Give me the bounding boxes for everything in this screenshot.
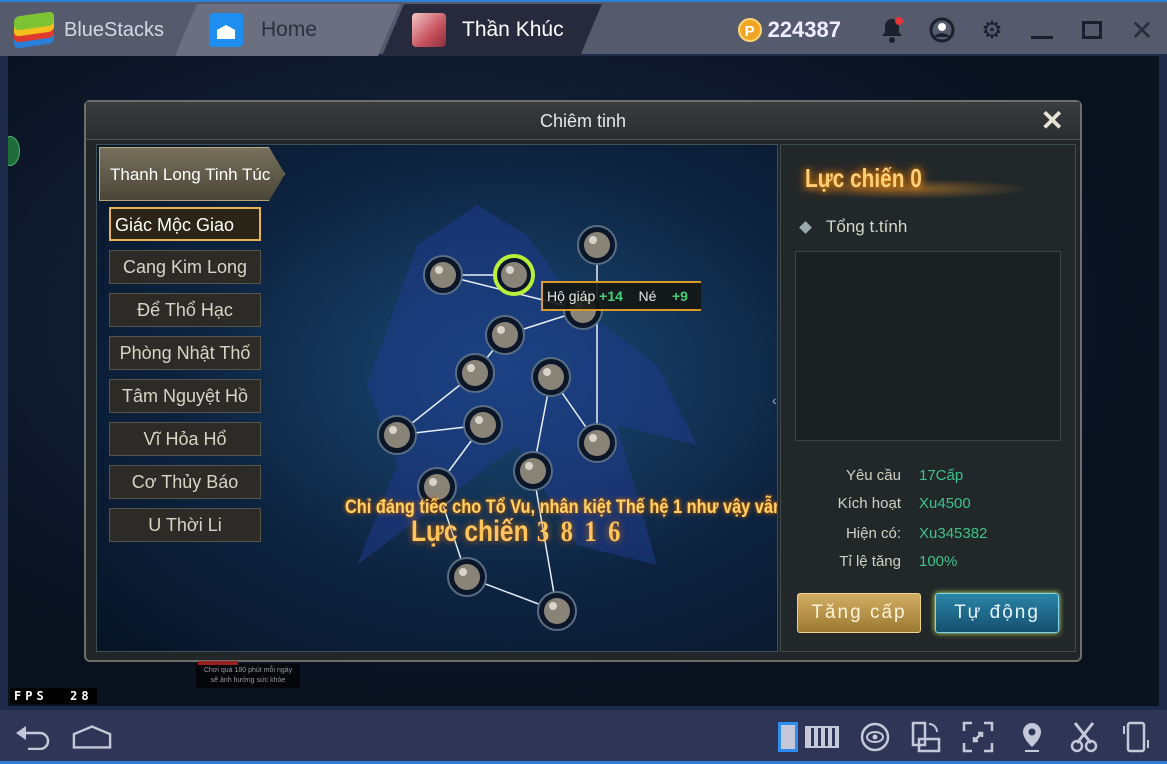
shake-icon[interactable]: [1116, 718, 1156, 756]
category-tab[interactable]: U Thời Li: [109, 508, 261, 542]
success-rate-row: Tỉ lệ tăng 100%: [827, 553, 957, 570]
bluestacks-logo-icon: [14, 11, 54, 49]
diamond-icon: [799, 221, 812, 234]
star-node[interactable]: [455, 353, 495, 393]
bluestacks-brand: BlueStacks: [0, 4, 190, 56]
star-node[interactable]: [423, 255, 463, 295]
keyboard-icon[interactable]: [802, 718, 842, 756]
maximize-icon[interactable]: [1067, 10, 1117, 50]
current-balance-row: Hiện có: Xu345382: [827, 525, 987, 542]
row-key: Kích hoạt: [837, 495, 901, 512]
row-value: Xu4500: [919, 495, 971, 512]
scissors-icon[interactable]: [1064, 718, 1104, 756]
eye-icon[interactable]: [855, 718, 895, 756]
row-key: Hiện có:: [845, 525, 901, 542]
category-tab[interactable]: Vĩ Hỏa Hổ: [109, 422, 261, 456]
tooltip-stat1-label: Hộ giáp: [547, 288, 596, 304]
tooltip-stat2-label: Né: [638, 288, 657, 304]
back-icon[interactable]: [14, 718, 54, 756]
rotate-icon[interactable]: [906, 718, 946, 756]
android-nav-bar: [0, 710, 1167, 764]
tab-home[interactable]: Home: [175, 4, 400, 56]
total-stats-label: Tổng t.tính: [826, 217, 908, 236]
tooltip-stat1-value: +14: [599, 288, 623, 304]
notice-line: Chơi quá 180 phút mỗi ngày: [203, 667, 293, 674]
title-bar: BlueStacks Home Thần Khúc P 224387 ⚙ ✕: [0, 0, 1167, 56]
star-node[interactable]: [485, 315, 525, 355]
category-tab[interactable]: Cơ Thủy Báo: [109, 465, 261, 499]
app-name: BlueStacks: [64, 18, 165, 41]
row-value: 17Cấp: [919, 467, 964, 484]
upgrade-button[interactable]: Tăng cấp: [797, 593, 921, 633]
fullscreen-icon[interactable]: [958, 718, 998, 756]
total-stats-heading: Tổng t.tính: [799, 217, 908, 237]
combat-power-label: Lực chiến: [411, 515, 529, 548]
stats-panel: Lực chiến 0 Tổng t.tính Yêu cầu 17Cấp Kíc…: [780, 144, 1076, 652]
requirement-row: Yêu cầu 17Cấp: [827, 467, 963, 484]
close-icon[interactable]: ✕: [1117, 10, 1167, 50]
row-value: 100%: [919, 553, 958, 570]
coin-icon: P: [737, 18, 762, 42]
dialog-close-button[interactable]: ✕: [1041, 104, 1064, 137]
minimize-icon[interactable]: [1017, 10, 1067, 50]
row-value: Xu345382: [919, 525, 988, 542]
tooltip-stat2-value: +9: [671, 288, 688, 304]
titlebar-controls: P 224387 ⚙ ✕: [737, 4, 1167, 56]
star-node[interactable]: [537, 591, 577, 631]
fps-counter: FPS 28: [10, 688, 97, 704]
tab-than-khuc[interactable]: Thần Khúc: [382, 4, 602, 56]
tab-game-label: Thần Khúc: [462, 18, 564, 41]
fps-label: FPS: [14, 689, 48, 703]
node-tooltip: Hộ giáp +14 Né +9: [541, 281, 701, 311]
star-node[interactable]: [463, 405, 503, 445]
panel-power: Lực chiến 0: [805, 163, 922, 193]
star-node[interactable]: [577, 225, 617, 265]
account-icon[interactable]: [917, 10, 967, 50]
category-tab[interactable]: Phòng Nhật Thố: [109, 336, 261, 370]
tab-home-label: Home: [261, 18, 318, 41]
star-node[interactable]: [577, 423, 617, 463]
astrology-dialog: Chiêm tinh ✕ Thanh Long Tinh Túc Giác Mộ…: [84, 100, 1082, 662]
star-node[interactable]: [447, 557, 487, 597]
side-indicator: [8, 136, 20, 166]
star-node[interactable]: [493, 254, 535, 296]
notice-line: sẽ ảnh hưởng sức khỏe: [210, 677, 286, 684]
game-icon: [412, 13, 446, 47]
auto-button[interactable]: Tự động: [935, 593, 1059, 633]
stats-list-box: [795, 251, 1061, 441]
category-tab[interactable]: Cang Kim Long: [109, 250, 261, 284]
home-icon[interactable]: [72, 718, 112, 756]
home-icon: [209, 13, 243, 47]
main-category-tab[interactable]: Thanh Long Tinh Túc: [99, 147, 285, 201]
fps-value: 28: [70, 689, 93, 703]
row-key: Tỉ lệ tăng: [839, 553, 901, 570]
category-tab[interactable]: Để Thổ Hạc: [109, 293, 261, 327]
combat-power: Lực chiến 3816: [411, 515, 632, 549]
row-key: Yêu cầu: [845, 467, 901, 484]
gear-icon[interactable]: ⚙: [967, 10, 1017, 50]
dialog-title: Chiêm tinh: [86, 102, 1080, 140]
category-tab[interactable]: Giác Mộc Giao: [109, 207, 261, 241]
star-node[interactable]: [377, 415, 417, 455]
coin-balance: 224387: [767, 17, 841, 42]
location-icon[interactable]: [1012, 718, 1052, 756]
category-tab[interactable]: Tâm Nguyệt Hồ: [109, 379, 261, 413]
combat-power-value: 3816: [536, 515, 632, 548]
bell-icon[interactable]: [867, 10, 917, 50]
activation-cost-row: Kích hoạt Xu4500: [827, 495, 971, 512]
star-node[interactable]: [513, 451, 553, 491]
constellation-panel: Thanh Long Tinh Túc Giác Mộc Giao Cang Ki…: [96, 144, 778, 652]
health-notice: Chơi quá 180 phút mỗi ngày sẽ ảnh hưởng s…: [196, 661, 300, 688]
star-node[interactable]: [531, 357, 571, 397]
